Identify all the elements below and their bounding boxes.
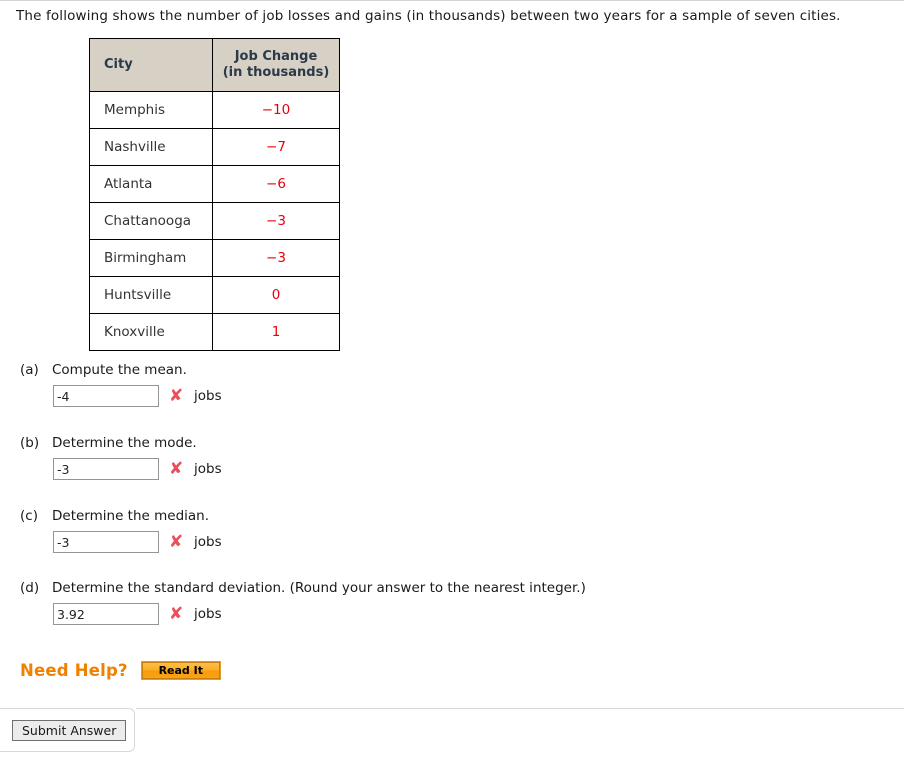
- part-b-letter: (b): [20, 435, 40, 451]
- page-top-divider: [0, 0, 904, 1]
- table-row: Memphis −10: [89, 91, 340, 129]
- part-d-letter: (d): [20, 580, 40, 596]
- cell-job-change: −3: [212, 202, 340, 240]
- cell-city: Nashville: [89, 128, 213, 166]
- table-header-row: City Job Change (in thousands): [89, 38, 340, 92]
- question-part-b: (b) Determine the mode. ✘ jobs: [20, 435, 880, 480]
- column-header-job-change-line2: (in thousands): [222, 65, 330, 80]
- table-row: Huntsville 0: [89, 276, 340, 314]
- part-c-answer-input[interactable]: [53, 531, 159, 553]
- part-a-prompt-line: (a) Compute the mean.: [20, 362, 880, 378]
- need-help-label: Need Help?: [20, 661, 128, 680]
- part-a-prompt: Compute the mean.: [52, 362, 187, 378]
- need-help-section: Need Help? Read It: [20, 661, 221, 680]
- wrong-x-icon: ✘: [169, 385, 184, 406]
- column-header-job-change-line1: Job Change: [234, 49, 318, 64]
- cell-job-change: −6: [212, 165, 340, 203]
- table-row: Chattanooga −3: [89, 202, 340, 240]
- part-d-unit-label: jobs: [194, 606, 222, 622]
- table-row: Knoxville 1: [89, 313, 340, 351]
- wrong-x-icon: ✘: [169, 603, 184, 624]
- cell-job-change: 1: [212, 313, 340, 351]
- part-b-unit-label: jobs: [194, 461, 222, 477]
- part-b-answer-input[interactable]: [53, 458, 159, 480]
- part-b-prompt-line: (b) Determine the mode.: [20, 435, 880, 451]
- submit-answer-button[interactable]: Submit Answer: [12, 720, 127, 741]
- part-d-prompt-line: (d) Determine the standard deviation. (Ro…: [20, 580, 880, 596]
- part-c-prompt-line: (c) Determine the median.: [20, 508, 880, 524]
- cell-job-change: −3: [212, 239, 340, 277]
- part-a-letter: (a): [20, 362, 39, 378]
- submit-divider: [136, 708, 904, 709]
- part-c-letter: (c): [20, 508, 38, 524]
- cell-city: Knoxville: [89, 313, 213, 351]
- job-change-table-wrapper: City Job Change (in thousands) Memphis −…: [89, 38, 340, 351]
- table-body: Memphis −10 Nashville −7 Atlanta −6 Chat…: [89, 91, 340, 351]
- question-part-c: (c) Determine the median. ✘ jobs: [20, 508, 880, 553]
- part-b-prompt: Determine the mode.: [52, 435, 197, 451]
- cell-job-change: −7: [212, 128, 340, 166]
- question-part-a: (a) Compute the mean. ✘ jobs: [20, 362, 880, 407]
- wrong-x-icon: ✘: [169, 458, 184, 479]
- part-d-answer-input[interactable]: [53, 603, 159, 625]
- wrong-x-icon: ✘: [169, 531, 184, 552]
- table-row: Birmingham −3: [89, 239, 340, 277]
- part-d-answer-row: ✘ jobs: [53, 603, 880, 625]
- cell-job-change: −10: [212, 91, 340, 129]
- table-header: City Job Change (in thousands): [89, 38, 340, 92]
- column-header-job-change: Job Change (in thousands): [212, 38, 340, 92]
- part-a-answer-row: ✘ jobs: [53, 385, 880, 407]
- intro-text: The following shows the number of job lo…: [16, 8, 841, 24]
- cell-city: Birmingham: [89, 239, 213, 277]
- cell-city: Atlanta: [89, 165, 213, 203]
- cell-job-change: 0: [212, 276, 340, 314]
- part-c-unit-label: jobs: [194, 534, 222, 550]
- cell-city: Huntsville: [89, 276, 213, 314]
- part-d-prompt: Determine the standard deviation. (Round…: [52, 580, 586, 596]
- read-it-button[interactable]: Read It: [140, 661, 221, 680]
- cell-city: Chattanooga: [89, 202, 213, 240]
- part-c-answer-row: ✘ jobs: [53, 531, 880, 553]
- part-a-answer-input[interactable]: [53, 385, 159, 407]
- part-b-answer-row: ✘ jobs: [53, 458, 880, 480]
- part-a-unit-label: jobs: [194, 388, 222, 404]
- table-row: Nashville −7: [89, 128, 340, 166]
- question-part-d: (d) Determine the standard deviation. (Ro…: [20, 580, 880, 625]
- job-change-table: City Job Change (in thousands) Memphis −…: [89, 38, 340, 351]
- column-header-city: City: [89, 38, 213, 92]
- part-c-prompt: Determine the median.: [52, 508, 210, 524]
- cell-city: Memphis: [89, 91, 213, 129]
- table-row: Atlanta −6: [89, 165, 340, 203]
